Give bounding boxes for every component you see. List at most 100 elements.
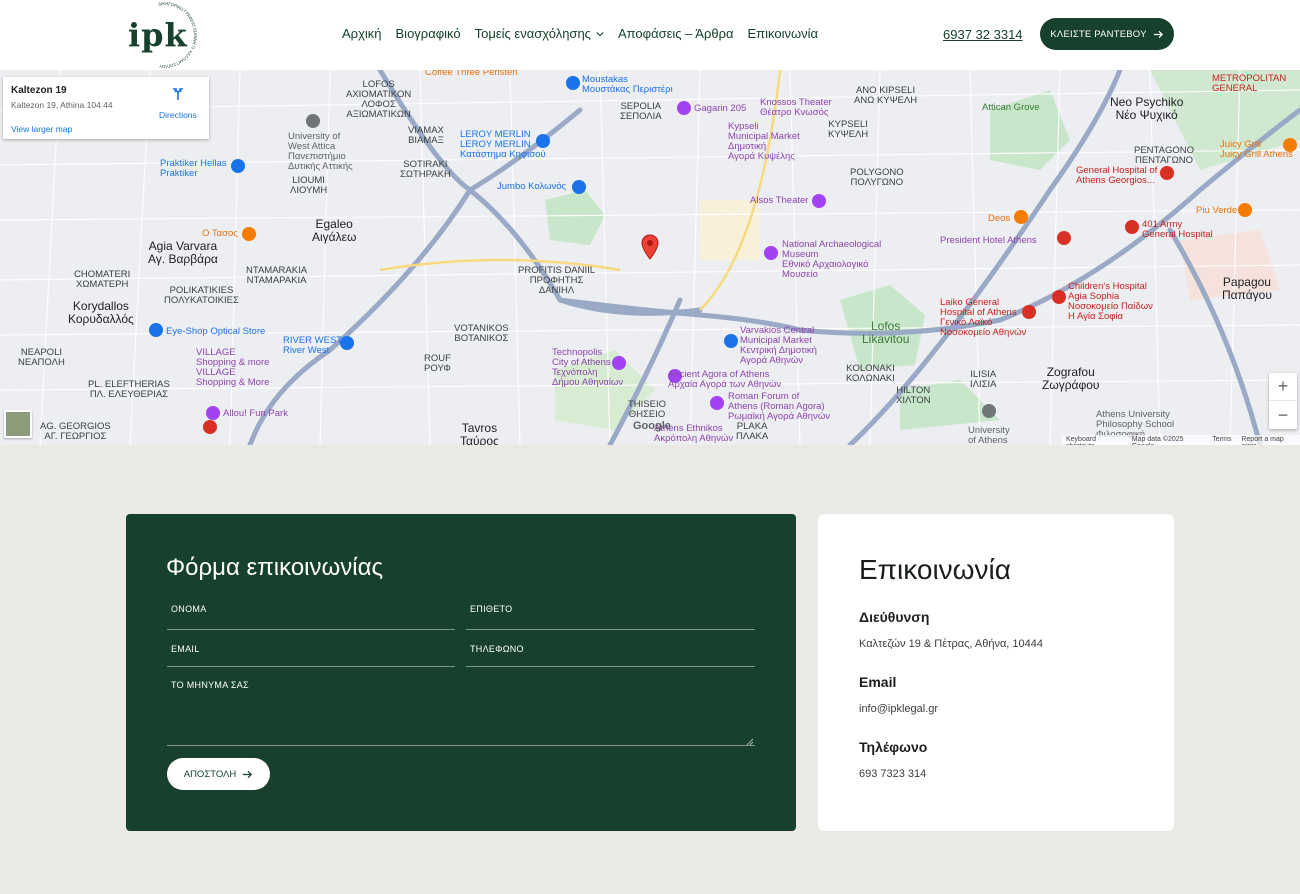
map-place-address: Kaltezon 19, Athina 104 44 (11, 100, 113, 110)
message-textarea[interactable]: ΤΟ ΜΗΝΥΜΑ ΣΑΣ (167, 680, 755, 746)
map-poi[interactable]: Coffee Three Peristeri (425, 70, 518, 78)
report-error-link[interactable]: Report a map error (1241, 436, 1296, 445)
arrow-right-icon (1153, 30, 1163, 38)
email-value[interactable]: info@ipklegal.gr (859, 703, 938, 715)
map-poi[interactable]: Kypseli Municipal Market Δημοτική Αγορά Κυψ… (728, 122, 800, 162)
phone-value[interactable]: 693 7323 314 (859, 768, 926, 780)
map-place: VOTANIKOS ΒΟΤΑΝΙΚΟΣ (454, 323, 509, 344)
location-marker-icon[interactable] (641, 234, 659, 260)
nav-label: Επικοινωνία (747, 26, 819, 41)
attraction-pin-icon (812, 194, 826, 208)
map-place: POLYGONO ΠΟΛΥΓΩΝΟ (850, 167, 904, 188)
university-pin-icon (982, 404, 996, 418)
nav-label: Αρχική (342, 26, 382, 41)
map-poi[interactable]: VILLAGE Shopping & more VILLAGE Shopping & … (196, 348, 269, 388)
field-placeholder: ΤΟ ΜΗΝΥΜΑ ΣΑΣ (171, 680, 249, 690)
map-place: PROFITIS DANIIL ΠΡΟΦΗΤΗΣ ΔΑΝΙΗΛ (518, 265, 596, 296)
map-place: Agia Varvara Αγ. Βαρβάρα (148, 239, 218, 266)
map-place: VIAMAX ΒΙΑΜΑΞ (408, 125, 444, 146)
field-placeholder: EMAIL (171, 644, 200, 654)
map-poi[interactable]: University of Athens (968, 426, 1010, 446)
nav-label: Βιογραφικό (395, 26, 461, 41)
restaurant-pin-icon (1238, 203, 1252, 217)
map-poi[interactable]: Gagarin 205 (694, 104, 746, 114)
submit-label: ΑΠΟΣΤΟΛΗ (183, 768, 237, 780)
map-poi[interactable]: Ancient Agora of Athens Αρχαία Αγορά των … (668, 370, 781, 390)
map-poi[interactable]: General Hospital of Athens Georgios... (1076, 166, 1157, 186)
header-phone-link[interactable]: 6937 32 3314 (943, 27, 1023, 42)
map-poi[interactable]: Varvakios Central Municipal Market Κεντρικ… (740, 326, 817, 366)
map-place: Zografou Ζωγράφου (1042, 365, 1100, 392)
map-poi[interactable]: Juicy Grill Juicy Grill Athens (1220, 140, 1293, 160)
map-poi[interactable]: Allou! Fun Park (223, 409, 288, 419)
map-place: ILISIA ΙΛΙΣΙΑ (970, 369, 997, 390)
resize-handle-icon[interactable] (746, 738, 754, 746)
book-appointment-button[interactable]: ΚΛΕΙΣΤΕ ΡΑΝΤΕΒΟΥ (1040, 18, 1174, 50)
last-name-field[interactable]: ΕΠΙΘΕΤΟ (466, 604, 755, 630)
map-poi[interactable]: Alsos Theater (750, 196, 808, 206)
map-poi[interactable]: Praktiker Hellas Praktiker (160, 159, 227, 179)
site-logo[interactable]: ΔΙΚΗΓΟΡΙΚΟ ΓΡΑΦΕΙΟ ΙΩΑΝΝΗ Π. ΚΑΛΠΑΚΤΣΟΓΛ… (124, 2, 204, 68)
map-poi[interactable]: Children's Hospital Agia Sophia Νοσοκομείο… (1068, 282, 1153, 322)
shopping-pin-icon (536, 134, 550, 148)
map-place: SOTIRAKI ΣΩΤΗΡΑΚΗ (400, 159, 451, 180)
email-label: Email (859, 674, 897, 690)
map-poi[interactable]: LEROY MERLIN LEROY MERLIN Κατάστημα Κηφισο… (460, 130, 546, 160)
main-nav: Αρχική Βιογραφικό Τομείς ενασχόλησης Απο… (342, 26, 818, 41)
first-name-field[interactable]: ΟΝΟΜΑ (167, 604, 455, 630)
directions-icon[interactable] (171, 87, 185, 101)
map-place: NTAMARAKIA ΝΤΑΜΑΡΑΚΙΑ (246, 265, 308, 286)
zoom-out-button[interactable]: − (1269, 401, 1297, 429)
attraction-pin-icon (677, 101, 691, 115)
map-poi[interactable]: METROPOLITAN GENERAL (1212, 74, 1286, 94)
nav-decisions[interactable]: Αποφάσεις – Άρθρα (618, 26, 734, 41)
site-header: ΔΙΚΗΓΟΡΙΚΟ ΓΡΑΦΕΙΟ ΙΩΑΝΝΗ Π. ΚΑΛΠΑΚΤΣΟΓΛ… (0, 0, 1300, 70)
map-poi[interactable]: 401 Army General Hospital (1142, 220, 1213, 240)
terms-link[interactable]: Terms (1212, 436, 1231, 445)
map-poi[interactable]: Attican Grove (982, 103, 1040, 113)
satellite-toggle[interactable] (4, 410, 32, 438)
map-poi[interactable]: RIVER WEST River West (283, 336, 342, 356)
map-place: Neo Psychiko Νέο Ψυχικό (1110, 95, 1184, 122)
map-poi[interactable]: Technopolis City of Athens Τεχνόπολη Δήμου … (552, 348, 623, 388)
shopping-pin-icon (149, 323, 163, 337)
map-poi[interactable]: Knossos Theater Θέατρο Κνωσός (760, 98, 832, 118)
restaurant-pin-icon (1283, 138, 1297, 152)
attraction-pin-icon (206, 406, 220, 420)
map-poi[interactable]: Ο Τασος (202, 229, 238, 239)
view-larger-map-link[interactable]: View larger map (11, 124, 72, 134)
map-place: LIOUMI ΛΙΟΥΜΗ (290, 175, 328, 196)
map-place: LOFOS AXIOMATIKON ΛΟΦΟΣ ΑΞΙΩΜΑΤΙΚΩΝ (346, 79, 412, 120)
phone-field[interactable]: ΤΗΛΕΦΩΝΟ (466, 644, 755, 667)
google-map[interactable]: LOFOS AXIOMATIKON ΛΟΦΟΣ ΑΞΙΩΜΑΤΙΚΩΝ VIAMAX Β… (0, 70, 1300, 445)
google-logo: Google (633, 420, 671, 432)
email-field[interactable]: EMAIL (167, 644, 455, 667)
map-attribution: Keyboard shortcuts Map data ©2025 Google… (1062, 435, 1300, 445)
map-poi[interactable]: University of West Attica Πανεπιστήμιο Δυτι… (288, 132, 353, 172)
nav-contact[interactable]: Επικοινωνία (748, 26, 819, 41)
contact-info-card: Επικοινωνία Διεύθυνση Καλτεζών 19 & Πέτρ… (818, 514, 1174, 831)
chevron-down-icon (596, 31, 604, 36)
map-poi[interactable]: Laiko General Hospital of Athens Γενικό Λα… (940, 298, 1026, 338)
map-place: SEPOLIA ΣΕΠΟΛΙΑ (620, 101, 662, 122)
directions-link[interactable]: Directions (159, 110, 197, 120)
map-poi[interactable]: National Archaeological Museum Εθνικό Αρχα… (782, 240, 881, 280)
map-place: Egaleo Αιγάλεω (312, 217, 357, 244)
map-poi[interactable]: Deos (988, 214, 1010, 224)
map-poi[interactable]: Eye-Shop Optical Store (166, 327, 265, 337)
map-data-text: Map data ©2025 Google (1131, 436, 1184, 445)
nav-bio[interactable]: Βιογραφικό (396, 26, 461, 41)
map-poi[interactable]: President Hotel Athens (940, 236, 1037, 246)
nav-home[interactable]: Αρχική (342, 26, 382, 41)
map-poi[interactable]: Moustakas Μουστάκας Περιστέρι (582, 75, 673, 95)
address-label: Διεύθυνση (859, 609, 930, 625)
map-poi[interactable]: Roman Forum of Athens (Roman Agora) Ρωμαϊκ… (728, 392, 830, 422)
keyboard-shortcuts-link[interactable]: Keyboard shortcuts (1066, 436, 1122, 445)
nav-practice-areas[interactable]: Τομείς ενασχόλησης (475, 26, 604, 41)
map-poi[interactable]: Piu Verde (1196, 206, 1237, 216)
map-place-title: Kaltezon 19 (11, 85, 67, 96)
zoom-in-button[interactable]: + (1269, 373, 1297, 401)
map-poi[interactable]: Jumbo Κολωνός (497, 182, 566, 192)
submit-button[interactable]: ΑΠΟΣΤΟΛΗ (167, 758, 270, 790)
map-place: ROUF ΡΟΥΦ (424, 353, 451, 374)
